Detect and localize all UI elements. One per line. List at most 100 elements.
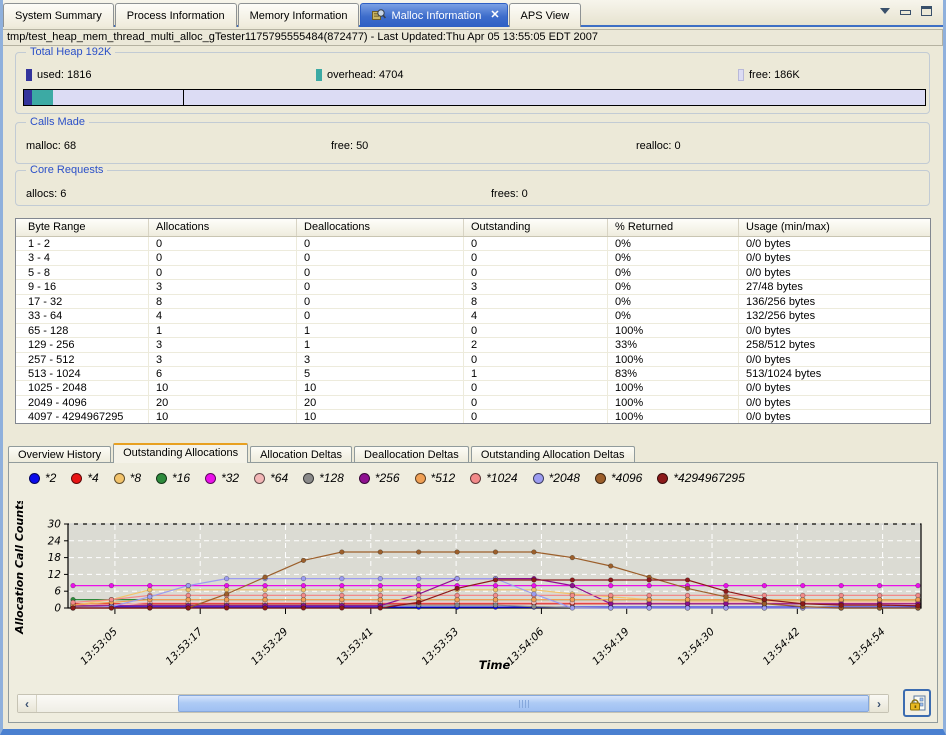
table-row[interactable]: 513 - 102465183%513/1024 bytes	[16, 367, 930, 381]
tab-overview-history[interactable]: Overview History	[8, 446, 111, 463]
minimize-icon[interactable]	[900, 10, 911, 15]
table-row[interactable]: 4097 - 429496729510100100%0/0 bytes	[16, 410, 930, 424]
tab-label: Malloc Information	[391, 10, 481, 22]
table-cell: 6	[149, 367, 297, 380]
tab-label: Process Information	[127, 10, 225, 22]
tab-label: Memory Information	[250, 10, 348, 22]
table-cell: 0/0 bytes	[739, 237, 930, 250]
allocation-chart: 13:53:0513:53:1713:53:2913:53:4113:53:53…	[9, 501, 939, 691]
chart-legend-item-32: *32	[205, 471, 239, 485]
legend-label: *4096	[611, 471, 642, 485]
calls-made-title: Calls Made	[26, 116, 89, 128]
table-cell: 0%	[608, 295, 739, 308]
table-row[interactable]: 1 - 20000%0/0 bytes	[16, 237, 930, 251]
column-header-outstanding[interactable]: Outstanding	[464, 219, 608, 236]
bottom-tab-strip: Overview HistoryOutstanding AllocationsA…	[8, 443, 637, 463]
svg-text:13:54:54: 13:54:54	[846, 626, 888, 668]
scroll-lock-button[interactable]	[903, 689, 931, 717]
table-cell: 27/48 bytes	[739, 280, 930, 293]
table-cell: 4	[149, 309, 297, 322]
total-heap-group: Total Heap 192K used: 1816overhead: 4704…	[15, 52, 930, 114]
legend-dot	[71, 473, 82, 484]
scrollbar-thumb[interactable]	[178, 695, 869, 712]
legend-dot	[303, 473, 314, 484]
tab-process-information[interactable]: Process Information	[115, 3, 237, 27]
svg-text:13:53:53: 13:53:53	[419, 626, 461, 668]
svg-text:13:54:19: 13:54:19	[590, 625, 632, 667]
tab-system-summary[interactable]: System Summary	[3, 3, 114, 27]
table-cell: 0/0 bytes	[739, 266, 930, 279]
tab-aps-view[interactable]: APS View	[509, 3, 582, 27]
table-row[interactable]: 5 - 80000%0/0 bytes	[16, 266, 930, 280]
tab-memory-information[interactable]: Memory Information	[238, 3, 360, 27]
chart-legend-item-512: *512	[415, 471, 456, 485]
tab-outstanding-allocations[interactable]: Outstanding Allocations	[113, 443, 248, 463]
close-icon[interactable]: ✕	[490, 10, 499, 21]
chart-horizontal-scrollbar[interactable]: ‹ ›	[17, 694, 889, 713]
table-cell: 10	[149, 381, 297, 394]
column-header-usage-min-max[interactable]: Usage (min/max)	[739, 219, 930, 236]
table-row[interactable]: 17 - 328080%136/256 bytes	[16, 295, 930, 309]
legend-dot	[359, 473, 370, 484]
table-row[interactable]: 129 - 25631233%258/512 bytes	[16, 338, 930, 352]
svg-text:6: 6	[54, 586, 61, 598]
table-cell: 0/0 bytes	[739, 251, 930, 264]
table-cell: 10	[297, 410, 464, 423]
table-header: Byte RangeAllocationsDeallocationsOutsta…	[16, 219, 930, 237]
table-row[interactable]: 65 - 128110100%0/0 bytes	[16, 324, 930, 338]
table-row[interactable]: 9 - 163030%27/48 bytes	[16, 280, 930, 294]
table-cell: 10	[149, 410, 297, 423]
table-cell: 8	[464, 295, 608, 308]
table-cell: 0	[297, 237, 464, 250]
column-header-returned[interactable]: % Returned	[608, 219, 739, 236]
scrollbar-track[interactable]	[37, 695, 869, 712]
view-controls	[880, 6, 932, 16]
malloc-analysis-icon	[372, 8, 386, 24]
status-text: tmp/test_heap_mem_thread_multi_alloc_gTe…	[7, 31, 598, 43]
table-cell: 4	[464, 309, 608, 322]
chart-legend-item-256: *256	[359, 471, 400, 485]
table-row[interactable]: 257 - 512330100%0/0 bytes	[16, 353, 930, 367]
tab-malloc-information[interactable]: Malloc Information ✕	[360, 3, 507, 27]
chart-legend-item-4096: *4096	[595, 471, 642, 485]
chart-legend: *2*4*8*16*32*64*128*256*512*1024*2048*40…	[29, 471, 745, 485]
total-heap-title: Total Heap 192K	[26, 46, 115, 58]
tab-label: APS View	[521, 10, 570, 22]
table-cell: 2049 - 4096	[16, 396, 149, 409]
table-cell: 513/1024 bytes	[739, 367, 930, 380]
legend-label: *16	[172, 471, 190, 485]
table-cell: 0%	[608, 280, 739, 293]
table-cell: 0	[464, 237, 608, 250]
table-cell: 0	[297, 266, 464, 279]
byte-range-table: Byte RangeAllocationsDeallocationsOutsta…	[15, 218, 931, 424]
legend-dot	[595, 473, 606, 484]
table-cell: 0/0 bytes	[739, 324, 930, 337]
table-row[interactable]: 33 - 644040%132/256 bytes	[16, 309, 930, 323]
table-cell: 1 - 2	[16, 237, 149, 250]
table-cell: 0/0 bytes	[739, 410, 930, 423]
table-cell: 1	[149, 324, 297, 337]
column-header-allocations[interactable]: Allocations	[149, 219, 297, 236]
table-row[interactable]: 3 - 40000%0/0 bytes	[16, 251, 930, 265]
tab-deallocation-deltas[interactable]: Deallocation Deltas	[354, 446, 469, 463]
legend-label: *4294967295	[673, 471, 744, 485]
table-row[interactable]: 2049 - 409620200100%0/0 bytes	[16, 396, 930, 410]
scroll-right-icon[interactable]: ›	[869, 695, 888, 712]
column-header-deallocations[interactable]: Deallocations	[297, 219, 464, 236]
stat-free: free: 50	[331, 140, 368, 152]
chart-legend-item-1024: *1024	[470, 471, 517, 485]
status-bar: tmp/test_heap_mem_thread_multi_alloc_gTe…	[3, 29, 943, 46]
tab-allocation-deltas[interactable]: Allocation Deltas	[250, 446, 352, 463]
view-menu-icon[interactable]	[880, 8, 890, 14]
tab-outstanding-allocation-deltas[interactable]: Outstanding Allocation Deltas	[471, 446, 635, 463]
chart-svg: 13:53:0513:53:1713:53:2913:53:4113:53:53…	[9, 501, 939, 691]
scroll-left-icon[interactable]: ‹	[18, 695, 37, 712]
legend-dot	[156, 473, 167, 484]
table-row[interactable]: 1025 - 204810100100%0/0 bytes	[16, 381, 930, 395]
maximize-icon[interactable]	[921, 6, 932, 16]
svg-text:13:53:29: 13:53:29	[249, 625, 291, 667]
legend-label: *64	[270, 471, 288, 485]
column-header-byte-range[interactable]: Byte Range	[16, 219, 149, 236]
table-cell: 33%	[608, 338, 739, 351]
table-cell: 100%	[608, 324, 739, 337]
